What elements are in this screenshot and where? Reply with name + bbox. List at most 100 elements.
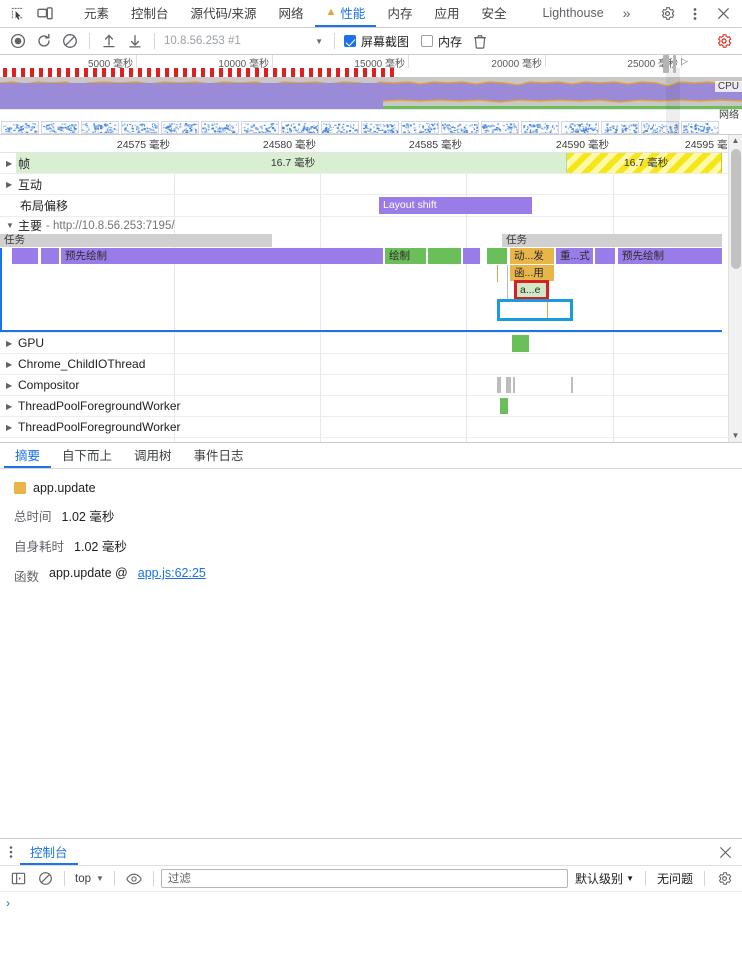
flame-chart-scrollbar[interactable]: ▲ ▼	[728, 135, 742, 442]
clear-console-icon[interactable]	[33, 868, 57, 890]
tab-memory[interactable]: 内存	[376, 0, 423, 27]
scrollbar-thumb[interactable]	[731, 149, 741, 269]
scroll-up-icon[interactable]: ▲	[732, 135, 740, 147]
console-output[interactable]: ›	[0, 892, 742, 953]
filmstrip-thumbnail[interactable]	[81, 121, 119, 134]
track-gpu[interactable]: ▶ GPU	[0, 332, 728, 354]
log-level-select[interactable]: 默认级别 ▼	[571, 870, 638, 887]
context-select[interactable]: top ▼	[72, 873, 107, 885]
selected-event-bar[interactable]: a...e	[514, 280, 549, 300]
tab-network[interactable]: 网络	[268, 0, 315, 27]
overview-window-left-handle[interactable]	[663, 55, 669, 73]
gpu-event-bar[interactable]	[512, 335, 529, 352]
track-threadpool-1[interactable]: ▶ ThreadPoolForegroundWorker	[0, 396, 728, 417]
screenshots-checkbox[interactable]: 屏幕截图	[344, 33, 409, 50]
filmstrip-thumbnail[interactable]	[161, 121, 199, 134]
filmstrip-thumbnail[interactable]	[481, 121, 519, 134]
tab-sources[interactable]: 源代码/来源	[180, 0, 268, 27]
track-header-compositor[interactable]: ▶ Compositor	[0, 375, 79, 395]
event-bar[interactable]	[463, 248, 480, 264]
more-tabs-button[interactable]: »	[615, 0, 639, 27]
event-bar[interactable]: 重...式	[556, 248, 593, 264]
chevron-right-icon[interactable]: ▶	[6, 339, 14, 348]
compositor-event-bar[interactable]	[513, 377, 515, 393]
filmstrip-thumbnail[interactable]	[601, 121, 639, 134]
overview-scroll-right-icon[interactable]: ▷	[681, 56, 688, 67]
chevron-right-icon[interactable]: ▶	[6, 381, 14, 390]
tab-performance[interactable]: ▲ 性能	[314, 0, 377, 27]
main-task-band-row[interactable]: 任务 任务	[0, 234, 728, 248]
event-bar[interactable]: 预先绘制	[61, 248, 383, 264]
event-bar[interactable]	[41, 248, 59, 264]
track-main[interactable]: ▼ 主要 - http://10.8.56.253:7195/	[0, 217, 728, 234]
tab-security[interactable]: 安全	[470, 0, 517, 27]
filmstrip-thumbnail[interactable]	[41, 121, 79, 134]
source-link[interactable]: app.js:62:25	[138, 566, 206, 585]
tab-bottom-up[interactable]: 自下而上	[51, 443, 123, 468]
threadpool-event-bar[interactable]	[500, 398, 508, 414]
compositor-event-bar[interactable]	[571, 377, 573, 393]
clear-prohibit-icon[interactable]	[58, 30, 82, 52]
track-interactions[interactable]: ▶ 互动	[0, 174, 728, 195]
tab-elements[interactable]: 元素	[73, 0, 120, 27]
profile-select[interactable]: 10.8.56.253 #1 ▼	[162, 31, 327, 51]
memory-checkbox[interactable]: 内存	[421, 33, 462, 50]
filmstrip-thumbnail[interactable]	[321, 121, 359, 134]
drawer-close-icon[interactable]	[709, 839, 742, 865]
main-flame-rows[interactable]: 预先绘制 绘制 动...发 重...式 预先绘制 函...用 a...e	[0, 248, 728, 332]
device-toolbar-icon[interactable]	[32, 2, 58, 26]
event-bar[interactable]: 绘制	[385, 248, 426, 264]
event-bar[interactable]: 预先绘制	[618, 248, 722, 264]
console-prompt[interactable]: ›	[6, 896, 736, 910]
chevron-right-icon[interactable]: ▶	[6, 423, 14, 432]
track-header-threadpool-1[interactable]: ▶ ThreadPoolForegroundWorker	[0, 396, 181, 416]
tab-application[interactable]: 应用	[423, 0, 470, 27]
trash-icon[interactable]	[468, 30, 492, 52]
gear-icon[interactable]	[654, 2, 680, 26]
chevron-right-icon[interactable]: ▶	[6, 402, 14, 411]
tab-lighthouse[interactable]: Lighthouse	[531, 0, 614, 27]
track-header-main[interactable]: ▼ 主要 - http://10.8.56.253:7195/	[0, 217, 175, 234]
chevron-right-icon[interactable]: ▶	[6, 159, 14, 168]
frame-bar-partial[interactable]: 16.7 毫秒	[567, 153, 722, 173]
chevron-right-icon[interactable]: ▶	[6, 360, 14, 369]
filmstrip-thumbnail[interactable]	[561, 121, 599, 134]
filmstrip-thumbnail[interactable]	[281, 121, 319, 134]
track-header-layout-shift[interactable]: 布局偏移	[0, 195, 68, 216]
tab-call-tree[interactable]: 调用树	[123, 443, 183, 468]
track-layout-shift[interactable]: Layout shift 布局偏移	[0, 195, 728, 217]
capture-settings-gear-icon[interactable]	[712, 30, 736, 52]
record-circle-icon[interactable]	[6, 30, 30, 52]
console-settings-gear-icon[interactable]	[712, 868, 736, 890]
filmstrip-thumbnail[interactable]	[401, 121, 439, 134]
console-sidebar-icon[interactable]	[6, 868, 30, 890]
event-bar[interactable]: 动...发	[510, 248, 554, 264]
close-icon[interactable]	[710, 2, 736, 26]
flame-chart[interactable]: 24575 毫秒 24580 毫秒 24585 毫秒 24590 毫秒 2459…	[0, 135, 742, 443]
track-header-interactions[interactable]: ▶ 互动	[0, 174, 42, 194]
filmstrip[interactable]	[0, 120, 742, 135]
timeline-overview[interactable]: 5000 毫秒 10000 毫秒 15000 毫秒 20000 毫秒 25000…	[0, 55, 742, 135]
filmstrip-thumbnail[interactable]	[201, 121, 239, 134]
download-profile-icon[interactable]	[123, 30, 147, 52]
track-header-gpu[interactable]: ▶ GPU	[0, 333, 44, 353]
chevron-right-icon[interactable]: ▶	[6, 180, 14, 189]
event-bar[interactable]	[487, 248, 507, 264]
track-header-frames[interactable]: ▶ 帧	[0, 153, 30, 173]
event-bar[interactable]: 函...用	[510, 265, 554, 281]
track-childiothread[interactable]: ▶ Chrome_ChildIOThread	[0, 354, 728, 375]
event-bar[interactable]	[12, 248, 38, 264]
selection-box[interactable]	[497, 299, 573, 321]
scroll-down-icon[interactable]: ▼	[732, 430, 740, 442]
kebab-menu-icon[interactable]	[682, 2, 708, 26]
filmstrip-thumbnail[interactable]	[241, 121, 279, 134]
track-header-childiothread[interactable]: ▶ Chrome_ChildIOThread	[0, 354, 145, 374]
filmstrip-thumbnail[interactable]	[681, 121, 719, 134]
track-frames[interactable]: 16.7 毫秒 16.7 毫秒 ▶ 帧	[0, 153, 728, 174]
task-band[interactable]: 任务	[0, 234, 272, 247]
event-bar[interactable]	[428, 248, 461, 264]
filmstrip-thumbnail[interactable]	[361, 121, 399, 134]
reload-record-icon[interactable]	[32, 30, 56, 52]
overview-window-right-handle[interactable]	[673, 55, 676, 73]
issues-status[interactable]: 无问题	[653, 870, 697, 887]
